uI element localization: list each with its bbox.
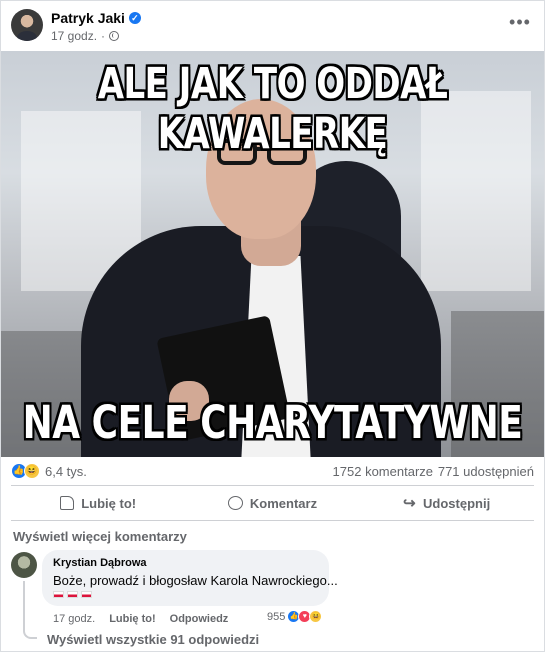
post-stats: 👍 😆 6,4 tys. 1752 komentarze 771 udostęp… <box>1 457 544 485</box>
poland-flags <box>53 591 318 598</box>
meme-caption-bottom: NA CELE CHARYTATYWNE <box>22 397 523 450</box>
comment-time[interactable]: 17 godz. <box>53 613 95 625</box>
commenter-avatar[interactable] <box>11 552 37 578</box>
poland-flag-icon <box>53 591 64 598</box>
share-icon: ↩ <box>403 495 417 512</box>
author-avatar[interactable] <box>11 9 43 41</box>
like-button[interactable]: Lubię to! <box>11 486 185 520</box>
meta-separator: · <box>101 29 106 43</box>
comment-button[interactable]: Komentarz <box>185 486 359 520</box>
comment-actions: 17 godz. Lubię to! Odpowiedz <box>53 613 228 625</box>
comment-reply-button[interactable]: Odpowiedz <box>170 613 229 625</box>
post-meta: 17 godz. · <box>51 29 120 43</box>
comment-like-button[interactable]: Lubię to! <box>109 613 155 625</box>
view-all-replies-link[interactable]: Wyświetl wszystkie 91 odpowiedzi <box>47 632 259 647</box>
haha-reaction-icon: 😆 <box>24 463 40 479</box>
reply-thread-line <box>23 581 37 639</box>
comment-bubble: Krystian Dąbrowa Boże, prowadź i błogosł… <box>42 550 338 606</box>
post-action-bar: Lubię to! Komentarz ↩ Udostępnij <box>11 485 534 521</box>
share-button-label: Udostępnij <box>423 495 491 511</box>
comment-reaction-count: 955 <box>267 610 286 623</box>
haha-reaction-icon: 😆 <box>309 610 323 623</box>
reaction-icons[interactable]: 👍 😆 <box>11 463 40 479</box>
meme-caption-top: ALE JAK TO ODDAŁ KAWALERKĘ <box>97 59 448 159</box>
reaction-count[interactable]: 6,4 tys. <box>45 464 87 479</box>
post-header: Patryk Jaki ✓ 17 godz. · ••• <box>1 1 544 51</box>
post-time[interactable]: 17 godz. <box>51 29 97 43</box>
poland-flag-icon <box>81 591 92 598</box>
post-image[interactable]: ALE JAK TO ODDAŁ KAWALERKĘ NA CELE CHARY… <box>1 51 544 457</box>
post-card: Patryk Jaki ✓ 17 godz. · ••• ALE JAK TO … <box>0 0 545 652</box>
comment-button-label: Komentarz <box>249 495 318 511</box>
like-icon <box>60 496 75 510</box>
comment-icon <box>227 496 243 510</box>
globe-icon <box>109 31 120 41</box>
comments-count[interactable]: 1752 komentarze <box>333 464 433 479</box>
comment-reactions[interactable]: 955 👍 ♥ 😆 <box>267 610 323 623</box>
comment-author[interactable]: Krystian Dąbrowa <box>53 557 318 569</box>
share-button[interactable]: ↩ Udostępnij <box>360 486 534 520</box>
poland-flag-icon <box>67 591 78 598</box>
verified-badge-icon: ✓ <box>128 12 141 24</box>
author-name-label[interactable]: Patryk Jaki <box>51 10 125 26</box>
shares-count[interactable]: 771 udostępnień <box>438 464 534 479</box>
like-button-label: Lubię to! <box>81 495 137 511</box>
view-more-comments-link[interactable]: Wyświetl więcej komentarzy <box>13 529 187 544</box>
comment-text: Boże, prowadź i błogosław Karola Nawrock… <box>53 573 338 588</box>
author-name[interactable]: Patryk Jaki ✓ <box>51 10 141 26</box>
more-options-button[interactable]: ••• <box>506 11 534 39</box>
